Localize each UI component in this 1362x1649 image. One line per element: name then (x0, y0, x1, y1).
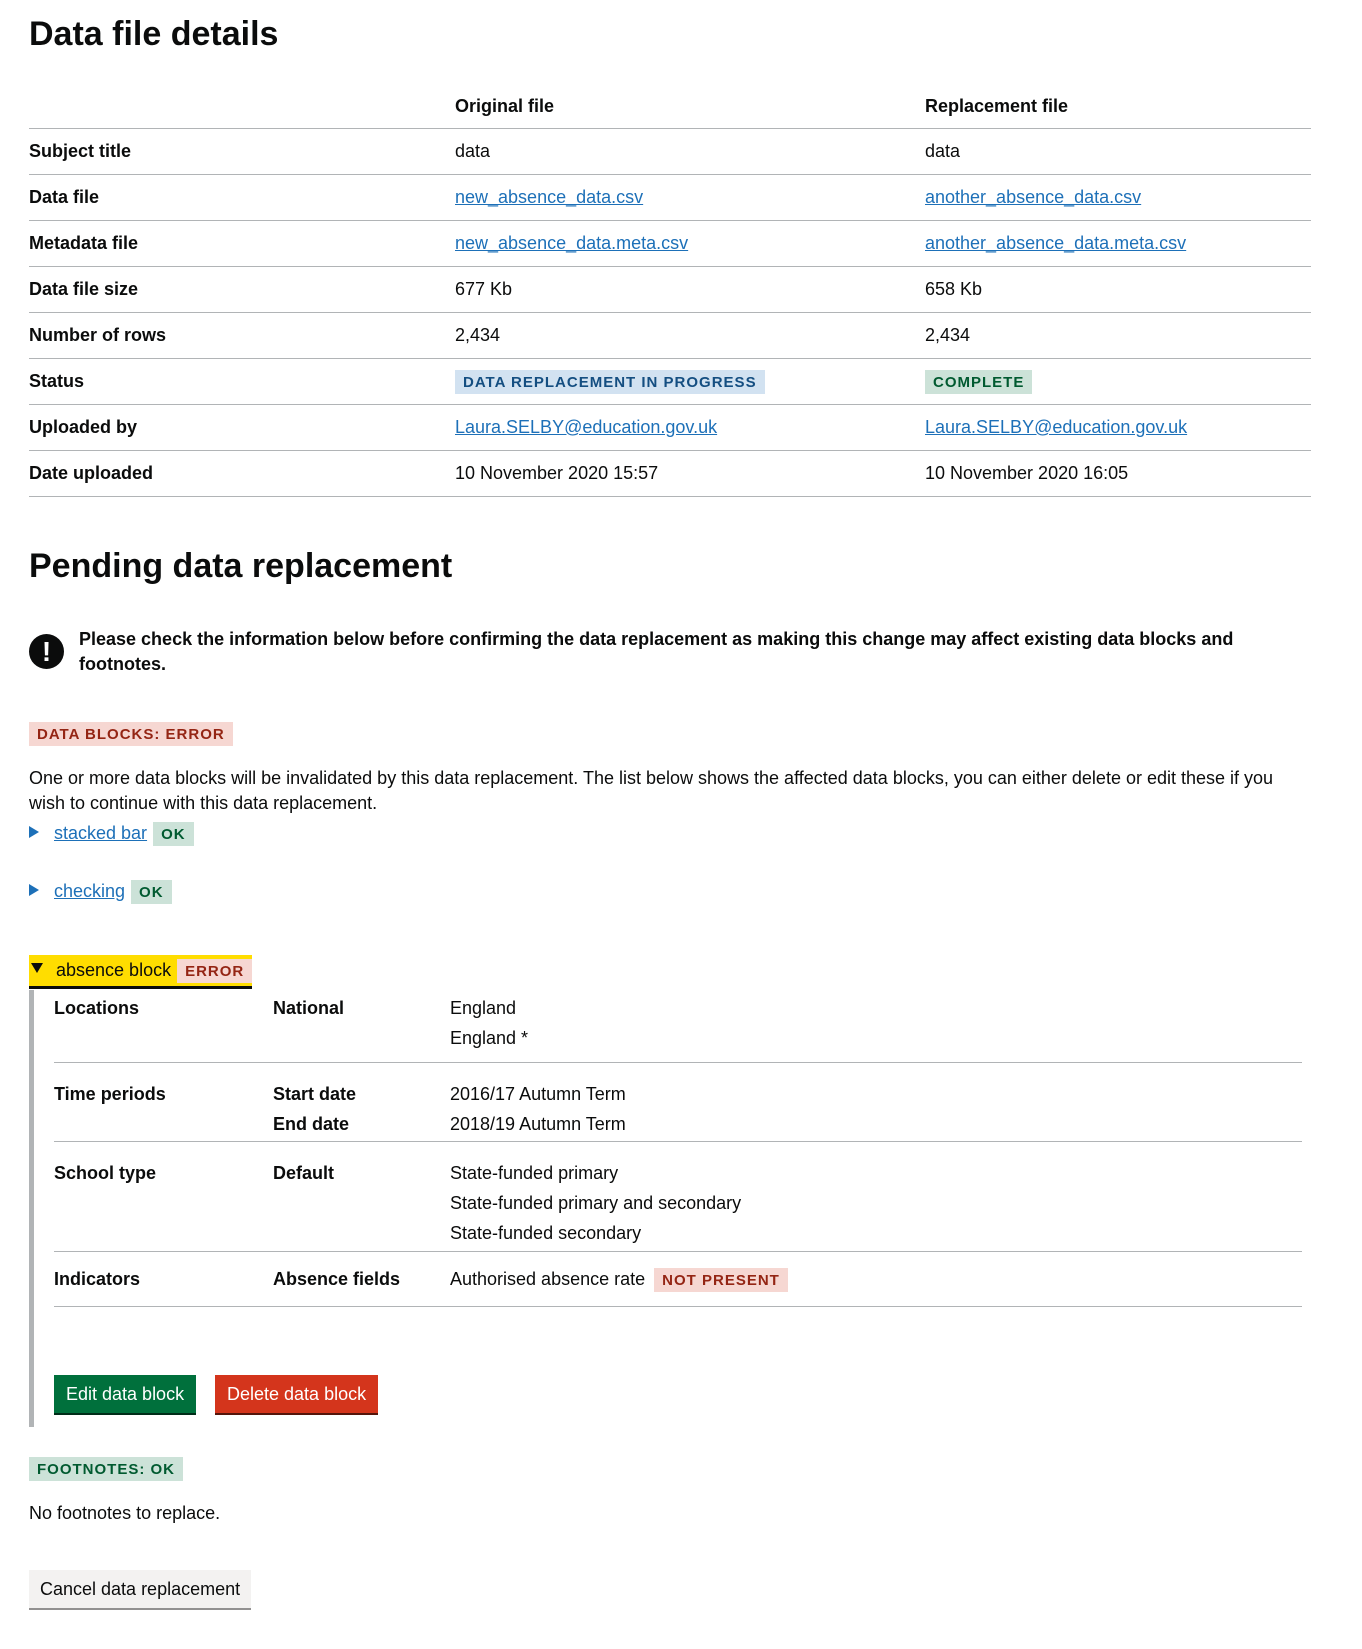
group-label: National (273, 998, 345, 1018)
data-block-status-badge: OK (131, 880, 172, 904)
table-row: Data file size 677 Kb 658 Kb (29, 266, 1311, 313)
status-badge-original: DATA REPLACEMENT IN PROGRESS (455, 369, 765, 394)
column-header-replacement: Replacement file (925, 85, 1311, 129)
indicator-status-badge: NOT PRESENT (654, 1268, 788, 1292)
cell-original: data (455, 128, 925, 175)
data-blocks-status-badge: DATA BLOCKS: ERROR (29, 722, 233, 746)
group-label: Absence fields (273, 1269, 401, 1289)
row-label: Uploaded by (29, 404, 455, 451)
date-labels: Start date End date (273, 1079, 356, 1139)
cell-replacement: 658 Kb (925, 266, 1311, 313)
cell-original: new_absence_data.meta.csv (455, 220, 925, 267)
replacement-data-file-link[interactable]: another_absence_data.csv (925, 187, 1141, 207)
date-values: 2016/17 Autumn Term 2018/19 Autumn Term (450, 1079, 626, 1139)
indicators-row: Indicators Absence fields Authorised abs… (54, 1252, 1302, 1307)
row-label: Time periods (54, 1084, 166, 1104)
data-block-name[interactable]: absence block (56, 960, 171, 980)
table-row: Status DATA REPLACEMENT IN PROGRESS COMP… (29, 358, 1311, 405)
file-details-table: Original file Replacement file Subject t… (29, 85, 1311, 497)
row-label: Data file size (29, 266, 455, 313)
group-label: Default (273, 1163, 335, 1183)
table-row: Number of rows 2,434 2,434 (29, 312, 1311, 359)
warning-text: Please check the information below befor… (79, 629, 1234, 674)
table-header-row: Original file Replacement file (29, 85, 1311, 129)
data-block-name[interactable]: checking (54, 881, 125, 901)
school-type-value: State-funded primary and secondary (450, 1193, 742, 1213)
cell-replacement: 10 November 2020 16:05 (925, 450, 1311, 497)
data-block-details: Locations National England England * Tim… (54, 990, 1302, 1307)
indicator-value: Authorised absence rate NOT PRESENT (450, 1264, 788, 1294)
original-uploader-email-link[interactable]: Laura.SELBY@education.gov.uk (455, 417, 717, 437)
location-value: England (450, 998, 517, 1018)
data-block-name[interactable]: stacked bar (54, 823, 147, 843)
cell-replacement: data (925, 128, 1311, 175)
start-date-value: 2016/17 Autumn Term (450, 1084, 626, 1104)
end-date-label: End date (273, 1114, 350, 1134)
replacement-metadata-file-link[interactable]: another_absence_data.meta.csv (925, 233, 1186, 253)
cell-original: 10 November 2020 15:57 (455, 450, 925, 497)
replacement-uploader-email-link[interactable]: Laura.SELBY@education.gov.uk (925, 417, 1187, 437)
edit-data-block-button[interactable]: Edit data block (54, 1375, 197, 1413)
indicator-name: Authorised absence rate (450, 1269, 646, 1289)
data-block-summary-checking[interactable]: checking OK (29, 879, 172, 904)
data-block-summary-absence-block[interactable]: absence block ERROR (29, 955, 253, 989)
cell-original: 2,434 (455, 312, 925, 359)
start-date-label: Start date (273, 1084, 357, 1104)
row-label: School type (54, 1163, 157, 1183)
cell-replacement: 2,434 (925, 312, 1311, 359)
column-header-original: Original file (455, 85, 925, 129)
original-data-file-link[interactable]: new_absence_data.csv (455, 187, 643, 207)
row-label: Status (29, 358, 455, 405)
expand-arrow-icon (29, 826, 39, 839)
cell-original: DATA REPLACEMENT IN PROGRESS (455, 358, 925, 405)
collapse-arrow-icon (31, 963, 43, 974)
footnotes-text: No footnotes to replace. (29, 1503, 221, 1523)
row-label: Number of rows (29, 312, 455, 359)
data-block-status-badge: ERROR (177, 959, 253, 983)
row-label: Data file (29, 174, 455, 221)
cancel-data-replacement-button[interactable]: Cancel data replacement (29, 1570, 252, 1608)
end-date-value: 2018/19 Autumn Term (450, 1114, 626, 1134)
value-list: England England * (450, 993, 528, 1053)
status-badge-replacement: COMPLETE (925, 369, 1033, 394)
delete-data-block-button[interactable]: Delete data block (215, 1375, 379, 1413)
locations-row: Locations National England England * (54, 990, 1302, 1063)
page-title: Data file details (29, 15, 279, 53)
cell-replacement: another_absence_data.meta.csv (925, 220, 1311, 267)
school-type-value: State-funded secondary (450, 1223, 642, 1243)
data-block-summary-stacked-bar[interactable]: stacked bar OK (29, 821, 194, 846)
school-type-value: State-funded primary (450, 1163, 619, 1183)
footnotes-status-badge: FOOTNOTES: OK (29, 1457, 183, 1481)
data-block-status-badge: OK (153, 822, 194, 846)
table-row: Metadata file new_absence_data.meta.csv … (29, 220, 1311, 267)
warning-icon: ! (29, 634, 64, 669)
row-label: Date uploaded (29, 450, 455, 497)
cell-replacement: COMPLETE (925, 358, 1311, 405)
expand-arrow-icon (29, 884, 39, 897)
original-metadata-file-link[interactable]: new_absence_data.meta.csv (455, 233, 688, 253)
row-label: Subject title (29, 128, 455, 175)
table-row: Data file new_absence_data.csv another_a… (29, 174, 1311, 221)
table-row: Date uploaded 10 November 2020 15:57 10 … (29, 450, 1311, 497)
cell-original: 677 Kb (455, 266, 925, 313)
row-label: Locations (54, 998, 140, 1018)
pending-title: Pending data replacement (29, 547, 453, 585)
cell-replacement: another_absence_data.csv (925, 174, 1311, 221)
data-blocks-description: One or more data blocks will be invalida… (29, 768, 1274, 813)
column-header-blank (29, 85, 455, 129)
table-row: Subject title data data (29, 128, 1311, 175)
school-type-row: School type Default State-funded primary… (54, 1142, 1302, 1252)
row-label: Indicators (54, 1269, 141, 1289)
location-value: England * (450, 1028, 529, 1048)
time-periods-row: Time periods Start date End date 2016/17… (54, 1063, 1302, 1142)
value-list: State-funded primary State-funded primar… (450, 1158, 741, 1248)
cell-original: Laura.SELBY@education.gov.uk (455, 404, 925, 451)
cell-replacement: Laura.SELBY@education.gov.uk (925, 404, 1311, 451)
data-block-details-panel: Locations National England England * Tim… (29, 990, 1302, 1427)
row-label: Metadata file (29, 220, 455, 267)
cell-original: new_absence_data.csv (455, 174, 925, 221)
table-row: Uploaded by Laura.SELBY@education.gov.uk… (29, 404, 1311, 451)
